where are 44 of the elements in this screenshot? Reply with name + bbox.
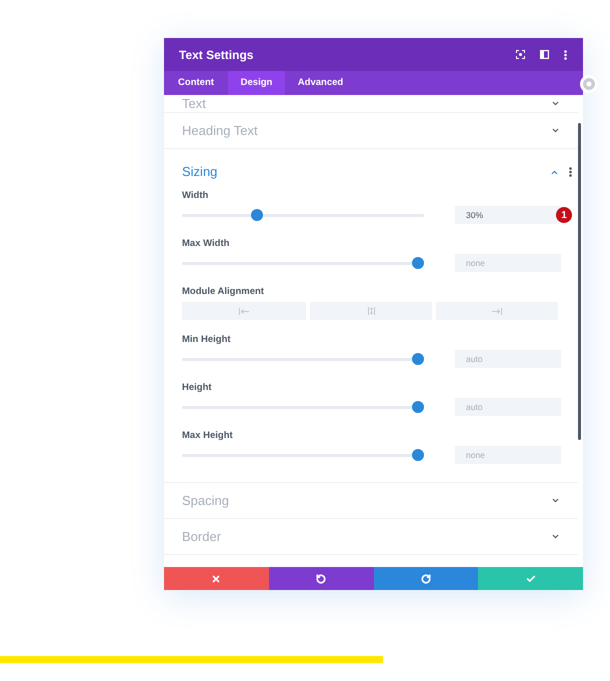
check-icon <box>526 574 536 584</box>
annotation-badge: 1 <box>556 207 572 223</box>
section-row[interactable]: Border <box>164 519 578 555</box>
field-label: Width <box>182 190 208 202</box>
scrollbar[interactable] <box>578 123 581 440</box>
drag-handle-icon[interactable] <box>580 75 598 93</box>
value-field[interactable]: auto <box>455 350 561 368</box>
slider-thumb[interactable] <box>412 449 424 461</box>
window-title: Text Settings <box>179 46 254 64</box>
section-row[interactable]: Text <box>164 95 578 113</box>
slider-thumb[interactable] <box>412 257 424 269</box>
slider-track[interactable] <box>182 449 424 461</box>
slider-thumb[interactable] <box>251 209 263 221</box>
target-icon[interactable] <box>516 50 525 59</box>
tab[interactable]: Content <box>164 71 228 95</box>
slider-track[interactable] <box>182 257 424 269</box>
value-field[interactable]: 30% <box>455 206 561 224</box>
kebab-menu-icon[interactable] <box>564 50 567 60</box>
field-label: Height <box>182 382 212 394</box>
field-label: Min Height <box>182 334 231 346</box>
section-row[interactable]: Spacing <box>164 483 578 519</box>
align-center-icon <box>368 307 374 315</box>
value-field[interactable]: none <box>455 254 561 272</box>
slider-thumb[interactable] <box>412 353 424 365</box>
field-label: Module Alignment <box>182 286 264 298</box>
section-row[interactable]: Heading Text <box>164 113 578 149</box>
slider-track[interactable] <box>182 209 424 221</box>
field-label: Max Width <box>182 238 230 250</box>
value-field[interactable]: auto <box>455 398 561 416</box>
slider-thumb[interactable] <box>412 401 424 413</box>
tab[interactable]: Design <box>228 71 285 95</box>
tab[interactable]: Advanced <box>285 71 356 95</box>
field-label: Max Height <box>182 430 233 442</box>
close-icon <box>211 574 222 584</box>
slider-track[interactable] <box>182 401 424 413</box>
undo-icon <box>316 574 326 584</box>
align-left-icon <box>239 308 249 314</box>
kebab-menu-icon[interactable] <box>569 167 572 177</box>
split-panel-icon[interactable] <box>540 50 549 59</box>
align-right-icon <box>492 308 502 314</box>
section-title[interactable]: Sizing <box>182 162 218 182</box>
slider-track[interactable] <box>182 353 424 365</box>
value-field[interactable]: none <box>455 446 561 464</box>
redo-icon <box>420 574 431 584</box>
